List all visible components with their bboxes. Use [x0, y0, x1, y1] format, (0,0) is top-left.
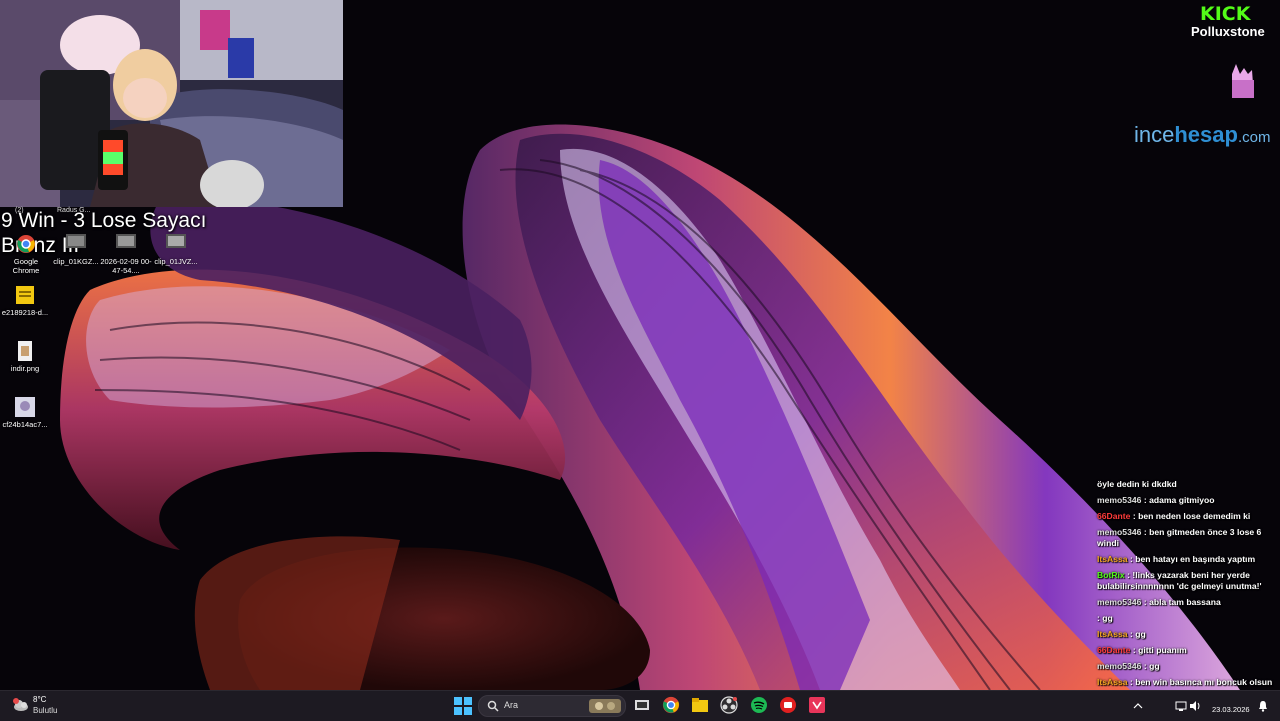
- folder-file-icon: [15, 285, 35, 305]
- chat-text: : adama gitmiyoo: [1141, 495, 1215, 505]
- desktop-icon-image[interactable]: indir.png: [0, 341, 51, 373]
- webcam-overlay: [0, 0, 343, 207]
- desktop-icon-chrome[interactable]: Google Chrome: [0, 234, 52, 275]
- sponsor-bold: hesap: [1174, 122, 1238, 147]
- network-icon: [1175, 701, 1187, 711]
- weather-temperature: 8°C: [33, 695, 47, 704]
- chat-text: : ben hatayı en başında yaptım: [1127, 554, 1256, 564]
- sponsor-logo: incehesap.com: [1134, 122, 1270, 148]
- chat-message: memo5346 : gg: [1097, 661, 1280, 672]
- desktop-icon-label: Google Chrome: [12, 257, 40, 275]
- stream-chat: öyle dedin ki dkdkd memo5346 : adama gitm…: [1097, 479, 1280, 693]
- streamer-username: Polluxstone: [1191, 24, 1265, 39]
- chat-message: ItsAssa : gg: [1097, 629, 1280, 640]
- chat-text: : gg: [1141, 661, 1160, 671]
- chat-username: 66Dante: [1097, 645, 1131, 655]
- chrome-icon: [16, 234, 36, 254]
- video-file-icon: [166, 234, 186, 254]
- chat-text: : ben win basınca mı boncuk olsun: [1127, 677, 1273, 687]
- chat-message: memo5346 : adama gitmiyoo: [1097, 495, 1280, 506]
- foam-finger-badge-icon: [1232, 64, 1254, 98]
- taskbar-date[interactable]: 23.03.2026: [1212, 705, 1250, 714]
- windows-icon: [454, 697, 472, 715]
- chat-username: ItsAssa: [1097, 677, 1128, 687]
- video-file-icon: [116, 234, 136, 254]
- desktop-icon-clip[interactable]: clip_01KGZ...: [50, 234, 102, 266]
- chat-username: ItsAssa: [1097, 554, 1128, 564]
- desktop-icon-recording[interactable]: 2026-02-09 00-47-54....: [100, 234, 152, 275]
- chrome-icon: [662, 696, 680, 714]
- chat-text: : gg: [1127, 629, 1146, 639]
- sponsor-prefix: ince: [1134, 122, 1175, 147]
- chat-message: memo5346 : ben gitmeden önce 3 lose 6 wi…: [1097, 527, 1280, 549]
- desktop-icon-label: e2189218-d...: [1, 308, 49, 317]
- desktop-icon-label: indir.png: [10, 364, 40, 373]
- desktop-icon-label: 2026-02-09 00-47-54....: [100, 257, 152, 275]
- desktop-icon-file[interactable]: e2189218-d...: [0, 285, 51, 317]
- chat-username: ItsAssa: [1097, 629, 1128, 639]
- chat-message: 66Dante : ben neden lose demedim ki: [1097, 511, 1280, 522]
- image-file-icon: [15, 397, 35, 417]
- search-placeholder: Ara: [504, 700, 519, 710]
- image-file-icon: [15, 341, 35, 361]
- chat-message: öyle dedin ki dkdkd: [1097, 479, 1280, 490]
- task-view-button[interactable]: [633, 696, 653, 716]
- chat-message: 66Dante : gitti puanım: [1097, 645, 1280, 656]
- taskbar-search[interactable]: Ara: [478, 695, 626, 717]
- chat-message: ItsAssa : ben win basınca mı boncuk olsu…: [1097, 677, 1280, 688]
- start-button[interactable]: [454, 696, 474, 716]
- chat-username: memo5346: [1097, 661, 1142, 671]
- chat-username: memo5346: [1097, 597, 1142, 607]
- kick-logo: KICK: [1200, 3, 1251, 25]
- video-file-icon: [66, 234, 86, 254]
- taskbar-app-pink[interactable]: [808, 696, 828, 716]
- chat-message: ItsAssa : ben hatayı en başında yaptım: [1097, 554, 1280, 565]
- win-lose-counter: 9 Win - 3 Lose Sayacı: [1, 209, 207, 232]
- chat-message: memo5346 : abla tam bassana: [1097, 597, 1280, 608]
- desktop-icon-clip[interactable]: clip_01JVZ...: [150, 234, 202, 266]
- task-view-icon: [635, 700, 649, 710]
- taskbar-file-explorer[interactable]: [691, 696, 711, 716]
- weather-widget[interactable]: 8°C Bulutlu: [12, 694, 72, 718]
- desktop-icon-label: cf24b14ac7...: [2, 420, 48, 429]
- app-pink-icon: [809, 697, 825, 713]
- search-highlight-icon: [589, 699, 621, 713]
- taskbar: 8°C Bulutlu Ara 23.03.2026: [0, 690, 1280, 721]
- chat-text: : ben neden lose demedim ki: [1130, 511, 1251, 521]
- desktop-icon-label: clip_01JVZ...: [154, 257, 198, 266]
- chat-username: memo5346: [1097, 527, 1142, 537]
- desktop-icon-image[interactable]: cf24b14ac7...: [0, 397, 51, 429]
- chat-username: memo5346: [1097, 495, 1142, 505]
- chat-text: : gg: [1097, 613, 1113, 623]
- obs-icon: [720, 696, 738, 714]
- chat-message: : gg: [1097, 613, 1280, 624]
- chat-text: : abla tam bassana: [1141, 597, 1221, 607]
- search-icon: [487, 700, 499, 712]
- chat-text: : gitti puanım: [1130, 645, 1187, 655]
- taskbar-app-red[interactable]: [779, 696, 799, 716]
- spotify-icon: [751, 697, 767, 713]
- app-red-icon: [780, 697, 796, 713]
- file-explorer-icon: [692, 698, 708, 712]
- cloud-icon: [13, 698, 28, 711]
- sponsor-tld: .com: [1237, 129, 1271, 146]
- chat-username: 66Dante: [1097, 511, 1131, 521]
- desktop-icon-label: clip_01KGZ...: [53, 257, 99, 266]
- desktop-partial-label: (2): [15, 207, 24, 214]
- chat-username: BotRix: [1097, 570, 1125, 580]
- webcam-feed-image: [0, 0, 343, 207]
- chevron-up-icon: [1133, 703, 1143, 709]
- chat-text: öyle dedin ki dkdkd: [1097, 479, 1177, 489]
- notification-bell-icon[interactable]: [1258, 700, 1268, 712]
- taskbar-chrome[interactable]: [662, 696, 682, 716]
- taskbar-obs[interactable]: [720, 696, 740, 716]
- chat-message: BotRix : !links yazarak beni her yerde b…: [1097, 570, 1280, 592]
- volume-icon: [1190, 701, 1200, 711]
- taskbar-spotify[interactable]: [750, 696, 770, 716]
- weather-description: Bulutlu: [33, 706, 58, 715]
- system-tray[interactable]: [1131, 697, 1211, 715]
- desktop-partial-label: Radus G...: [57, 207, 91, 214]
